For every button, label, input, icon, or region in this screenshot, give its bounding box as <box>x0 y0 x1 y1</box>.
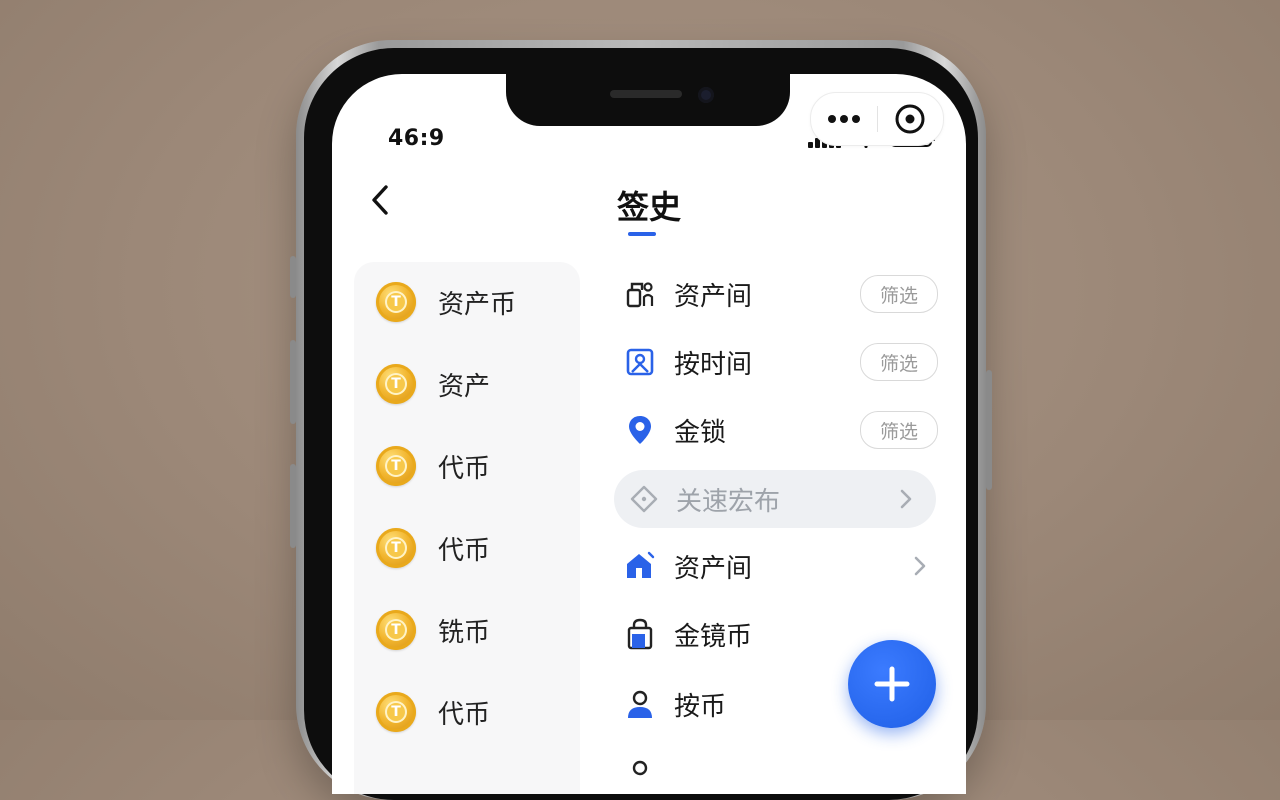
coin-icon: T <box>376 364 416 404</box>
filter-row-gold-lock[interactable]: 金锁 筛选 <box>622 402 938 458</box>
filter-button[interactable]: 筛选 <box>860 343 938 381</box>
token-label: 铣币 <box>438 617 491 648</box>
miniapp-capsule <box>810 92 944 146</box>
plus-icon <box>874 666 910 702</box>
bag-icon <box>622 616 658 652</box>
token-label: 代币 <box>438 535 491 566</box>
token-label: 资产币 <box>438 289 517 320</box>
building-user-icon <box>622 276 658 312</box>
coin-icon: T <box>376 282 416 322</box>
header-bar: 签史 <box>332 174 966 236</box>
quick-publish-row[interactable]: 关速宏布 <box>614 470 936 528</box>
person-icon <box>622 756 658 792</box>
token-item[interactable]: T 资产币 <box>354 272 580 332</box>
more-button[interactable] <box>811 93 877 145</box>
token-item[interactable]: T 代币 <box>354 436 580 496</box>
location-pin-icon <box>622 412 658 448</box>
token-label: 代币 <box>438 453 491 484</box>
coin-icon: T <box>376 528 416 568</box>
nav-row-partial[interactable] <box>622 746 938 794</box>
filter-button[interactable]: 筛选 <box>860 275 938 313</box>
screen: 46:9 签史 T 资产币 T 资产 T 代币 T 代币 T 铣币 T 代币 资… <box>332 74 966 794</box>
portrait-icon <box>622 344 658 380</box>
notch <box>506 74 790 126</box>
row-label: 资产间 <box>674 553 753 584</box>
target-circle-icon <box>895 104 925 134</box>
close-miniapp-button[interactable] <box>878 93 942 145</box>
filter-row-asset-room[interactable]: 资产间 筛选 <box>622 266 938 322</box>
token-item[interactable]: T 代币 <box>354 682 580 742</box>
nav-row-asset-room[interactable]: 资产间 <box>622 538 938 594</box>
diamond-icon <box>626 481 662 517</box>
token-label: 资产 <box>438 371 491 402</box>
filter-button[interactable]: 筛选 <box>860 411 938 449</box>
token-label: 代币 <box>438 699 491 730</box>
house-icon <box>622 548 658 584</box>
status-time: 46:9 <box>388 126 445 151</box>
token-item[interactable]: T 铣币 <box>354 600 580 660</box>
quick-publish-label: 关速宏布 <box>676 486 781 517</box>
front-camera <box>698 87 714 103</box>
token-item[interactable]: T 资产 <box>354 354 580 414</box>
left-token-panel: T 资产币 T 资产 T 代币 T 代币 T 铣币 T 代币 <box>354 262 580 794</box>
row-label: 金锁 <box>674 417 727 448</box>
coin-icon: T <box>376 446 416 486</box>
mute-switch <box>290 256 296 298</box>
power-button <box>986 370 992 490</box>
coin-icon: T <box>376 692 416 732</box>
chevron-right-icon <box>908 554 932 578</box>
filter-row-by-time[interactable]: 按时间 筛选 <box>622 334 938 390</box>
phone-frame: 46:9 签史 T 资产币 T 资产 T 代币 T 代币 T 铣币 T 代币 资… <box>290 40 992 800</box>
add-fab-button[interactable] <box>848 640 936 728</box>
more-dots-icon <box>828 115 860 123</box>
row-label: 资产间 <box>674 281 753 312</box>
page-title: 签史 <box>616 188 681 226</box>
person-icon <box>622 686 658 722</box>
coin-icon: T <box>376 610 416 650</box>
earpiece-speaker <box>610 90 682 98</box>
chevron-right-icon <box>894 487 918 511</box>
phone-bezel: 46:9 签史 T 资产币 T 资产 T 代币 T 代币 T 铣币 T 代币 资… <box>304 48 978 800</box>
volume-up-button <box>290 340 296 424</box>
row-label: 按时间 <box>674 349 753 380</box>
token-item[interactable]: T 代币 <box>354 518 580 578</box>
volume-down-button <box>290 464 296 548</box>
title-indicator <box>628 232 656 236</box>
